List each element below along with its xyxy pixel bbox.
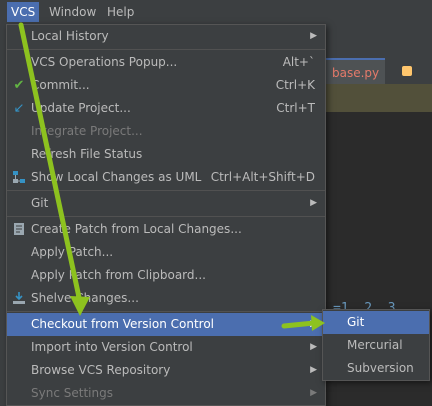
shelve-icon [11,287,27,310]
menu-item-browse-vcs-repository[interactable]: Browse VCS Repository ▶ [7,359,325,382]
submenu-arrow-icon: ▶ [310,319,317,329]
menu-item-git[interactable]: Git ▶ [7,192,325,215]
menu-item-label: Sync Settings [31,386,113,400]
menu-item-label: Commit... [31,78,90,92]
menu-separator [7,216,325,217]
vcs-menu: Local History ▶ VCS Operations Popup... … [6,24,326,406]
menu-bar: VCS Window Help [0,0,432,25]
menu-item-shortcut: Alt+` [282,55,315,69]
submenu-item-git[interactable]: Git [323,311,429,334]
menu-item-label: Apply Patch from Clipboard... [31,268,206,282]
menu-item-label: Integrate Project... [31,124,143,138]
menu-item-label: Import into Version Control [31,340,193,354]
menu-item-shortcut: Ctrl+Alt+Shift+D [210,170,315,184]
menu-item-update-project[interactable]: ↙ Update Project... Ctrl+T [7,97,325,120]
submenu-item-mercurial[interactable]: Mercurial [323,334,429,357]
menu-item-label: Local History [31,29,109,43]
menu-item-vcs-operations-popup[interactable]: VCS Operations Popup... Alt+` [7,51,325,74]
menu-item-apply-patch[interactable]: Apply Patch... [7,241,325,264]
menu-window[interactable]: Window [45,2,100,22]
checkout-submenu: Git Mercurial Subversion [322,309,430,381]
submenu-arrow-icon: ▶ [310,388,317,398]
submenu-item-label: Subversion [347,361,414,375]
submenu-item-label: Git [347,315,365,329]
menu-item-label: Git [31,196,49,210]
menu-item-create-patch[interactable]: Create Patch from Local Changes... [7,218,325,241]
menu-item-shortcut: Ctrl+K [275,78,315,92]
menu-vcs[interactable]: VCS [7,2,40,22]
menu-separator [7,311,325,312]
editor-notification-bar [318,84,432,112]
tab-ap[interactable]: ap [396,58,432,104]
submenu-arrow-icon: ▶ [310,198,317,208]
menu-item-shelve-changes[interactable]: Shelve Changes... [7,287,325,310]
menu-separator [7,190,325,191]
python-file-icon [402,66,412,76]
menu-item-refresh-file-status[interactable]: Refresh File Status [7,143,325,166]
tab-base-py[interactable]: base.py [326,58,386,84]
update-arrow-icon: ↙ [13,101,25,116]
submenu-item-subversion[interactable]: Subversion [323,357,429,380]
menu-item-label: Show Local Changes as UML [31,170,202,184]
menu-item-sync-settings: Sync Settings ▶ [7,382,325,405]
menu-item-local-history[interactable]: Local History ▶ [7,25,325,48]
menu-separator [7,49,325,50]
menu-item-commit[interactable]: ✔ Commit... Ctrl+K [7,74,325,97]
menu-item-label: Shelve Changes... [31,291,139,305]
check-icon: ✔ [13,78,25,93]
uml-icon [11,166,27,189]
menu-item-apply-patch-clipboard[interactable]: Apply Patch from Clipboard... [7,264,325,287]
editor-tab-bar: base.py ap [326,58,432,104]
menu-item-label: Checkout from Version Control [31,317,215,331]
menu-item-label: Create Patch from Local Changes... [31,222,242,236]
menu-item-shortcut: Ctrl+T [276,101,315,115]
submenu-arrow-icon: ▶ [310,31,317,41]
menu-item-checkout-from-vcs[interactable]: Checkout from Version Control ▶ [7,313,325,336]
submenu-item-label: Mercurial [347,338,403,352]
menu-item-integrate-project: Integrate Project... [7,120,325,143]
menu-item-show-local-changes-uml[interactable]: Show Local Changes as UML Ctrl+Alt+Shift… [7,166,325,189]
menu-item-label: VCS Operations Popup... [31,55,178,69]
menu-help[interactable]: Help [103,2,138,22]
menu-item-label: Refresh File Status [31,147,143,161]
menu-item-label: Apply Patch... [31,245,114,259]
menu-item-import-into-vcs[interactable]: Import into Version Control ▶ [7,336,325,359]
menu-item-label: Browse VCS Repository [31,363,171,377]
submenu-arrow-icon: ▶ [310,342,317,352]
patch-icon [11,218,27,241]
menu-item-label: Update Project... [31,101,131,115]
submenu-arrow-icon: ▶ [310,365,317,375]
